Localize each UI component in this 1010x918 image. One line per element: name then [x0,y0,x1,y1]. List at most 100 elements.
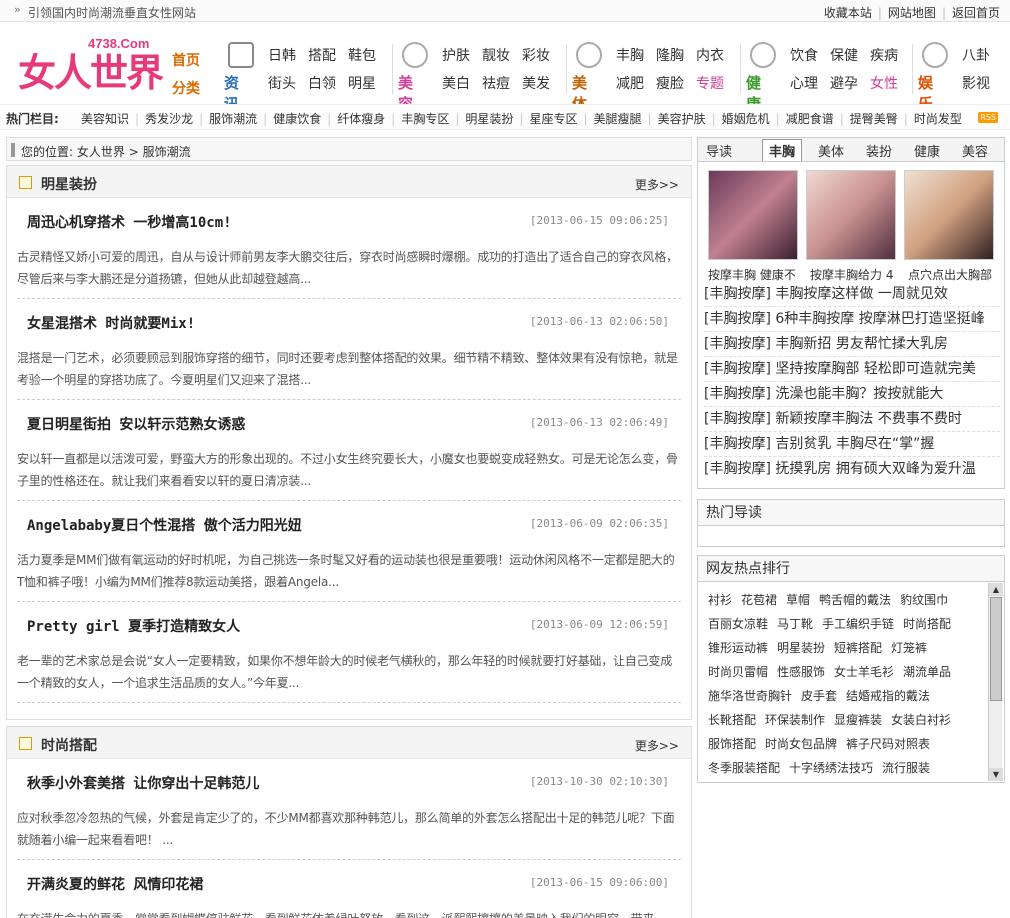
tag-link[interactable]: 马丁靴 [777,612,813,636]
hot-column-link[interactable]: 婚姻危机 [722,112,770,126]
tag-link[interactable]: 明星装扮 [777,636,825,660]
breadcrumb-current[interactable]: 服饰潮流 [143,145,191,159]
nav-item[interactable]: 影视 [962,70,1002,98]
tag-link[interactable]: 裤子尺码对照表 [846,732,930,756]
tag-link[interactable]: 时尚女包品牌 [765,732,837,756]
tab-guide[interactable]: 导读 [706,141,732,160]
nav-category-link[interactable]: 分类 [172,75,200,103]
nav-item[interactable]: 内衣 [696,42,736,70]
tag-link[interactable]: 长靴搭配 [708,708,756,732]
breadcrumb-home[interactable]: 女人世界 [77,145,125,159]
guide-list-item[interactable]: [丰胸按摩] 吉别贫乳 丰胸尽在“掌”握 [704,432,1000,457]
nav-home-link[interactable]: 首页 [172,47,200,75]
tag-link[interactable]: 鸭舌帽的戴法 [819,588,891,612]
more-link[interactable]: 更多>> [635,176,679,193]
hot-column-link[interactable]: 纤体瘦身 [337,112,385,126]
tab-body[interactable]: 美体 [818,141,844,160]
tag-link[interactable]: 流行服装 [882,756,930,780]
scroll-down-icon[interactable]: ▼ [989,768,1003,781]
thumbnail-caption[interactable]: 点穴点出大胸部 [908,266,1004,283]
tag-link[interactable]: 冬季服装搭配 [708,756,780,780]
nav-item[interactable]: 街头 [268,70,308,98]
nav-item[interactable]: 祛痘 [482,70,522,98]
hot-column-link[interactable]: 时尚发型 [914,112,962,126]
nav-item[interactable]: 疾病 [870,42,910,70]
nav-item[interactable]: 隆胸 [656,42,696,70]
nav-item[interactable]: 日韩 [268,42,308,70]
tag-link[interactable]: 衬衫 [708,588,732,612]
nav-item[interactable]: 避孕 [830,70,870,98]
tag-link[interactable]: 豹纹围巾 [900,588,948,612]
nav-item[interactable]: 饮食 [790,42,830,70]
guide-list-item[interactable]: [丰胸按摩] 丰胸新招 男友帮忙揉大乳房 [704,332,1000,357]
nav-item[interactable]: 美发 [522,70,562,98]
hot-column-link[interactable]: 服饰潮流 [209,112,257,126]
tag-link[interactable]: 十字绣绣法技巧 [789,756,873,780]
hot-column-link[interactable]: 美容知识 [81,112,129,126]
tag-link[interactable]: 草帽 [786,588,810,612]
nav-item[interactable]: 丰胸 [616,42,656,70]
bookmark-link[interactable]: 收藏本站 [824,6,872,20]
tag-link[interactable]: 显瘦裤装 [834,708,882,732]
nav-item[interactable]: 明星 [348,70,388,98]
tag-link[interactable]: 百丽女凉鞋 [708,612,768,636]
hot-column-link[interactable]: 提臀美臀 [850,112,898,126]
tag-link[interactable]: 施华洛世奇胸针 [708,684,792,708]
hot-column-link[interactable]: 秀发沙龙 [145,112,193,126]
hot-column-link[interactable]: 美容护肤 [658,112,706,126]
nav-item[interactable]: 八卦 [962,42,1002,70]
tag-link[interactable]: 短裤搭配 [834,636,882,660]
tag-link[interactable]: 女士羊毛衫 [834,660,894,684]
site-logo[interactable]: 女人世界 4738.Com [18,36,164,96]
nav-item[interactable]: 护肤 [442,42,482,70]
tag-link[interactable]: 服饰搭配 [708,732,756,756]
thumbnail-image[interactable] [708,170,798,260]
nav-item[interactable]: 白领 [308,70,348,98]
guide-list-item[interactable]: [丰胸按摩] 新颖按摩丰胸法 不费事不费时 [704,407,1000,432]
nav-item[interactable]: 瘦脸 [656,70,696,98]
tag-link[interactable]: 手工编织手链 [822,612,894,636]
scrollbar[interactable]: ▲ ▼ [988,583,1003,781]
guide-list-item[interactable]: [丰胸按摩] 丰胸按摩这样做 一周就见效 [704,282,1000,307]
nav-item[interactable]: 美白 [442,70,482,98]
guide-list-item[interactable]: [丰胸按摩] 6种丰胸按摩 按摩淋巴打造坚挺峰 [704,307,1000,332]
scrollbar-thumb[interactable] [990,597,1002,701]
tab-breast[interactable]: 丰胸 [762,139,803,161]
thumbnail-caption[interactable]: 按摩丰胸 健康不 [708,266,804,283]
nav-item[interactable]: 靓妆 [482,42,522,70]
home-link[interactable]: 返回首页 [952,6,1000,20]
nav-item[interactable]: 鞋包 [348,42,388,70]
tag-link[interactable]: 灯笼裤 [891,636,927,660]
nav-item[interactable]: 女性 [870,70,910,98]
nav-item[interactable]: 专题 [696,70,736,98]
nav-item[interactable]: 保健 [830,42,870,70]
tag-link[interactable]: 皮手套 [801,684,837,708]
tag-link[interactable]: 环保装制作 [765,708,825,732]
thumbnail-image[interactable] [806,170,896,260]
tab-style[interactable]: 装扮 [866,141,892,160]
thumbnail-caption[interactable]: 按摩丰胸给力 4 [810,266,906,283]
nav-item[interactable]: 减肥 [616,70,656,98]
guide-list-item[interactable]: [丰胸按摩] 抚摸乳房 拥有硕大双峰为爱升温 [704,457,1000,482]
tag-link[interactable]: 性感服饰 [777,660,825,684]
hot-column-link[interactable]: 丰胸专区 [401,112,449,126]
tab-beauty[interactable]: 美容 [962,141,988,160]
tab-health[interactable]: 健康 [914,141,940,160]
tag-link[interactable]: 女装白衬衫 [891,708,951,732]
nav-item[interactable]: 彩妆 [522,42,562,70]
tag-link[interactable]: 潮流单品 [903,660,951,684]
hot-column-link[interactable]: 减肥食谱 [786,112,834,126]
hot-column-link[interactable]: 明星装扮 [465,112,513,126]
tag-link[interactable]: 时尚贝雷帽 [708,660,768,684]
hot-column-link[interactable]: 星座专区 [529,112,577,126]
rss-icon[interactable]: RSS [978,112,998,123]
tag-link[interactable]: 锥形运动裤 [708,636,768,660]
scroll-up-icon[interactable]: ▲ [989,583,1003,596]
guide-list-item[interactable]: [丰胸按摩] 坚持按摩胸部 轻松即可造就完美 [704,357,1000,382]
nav-item[interactable]: 心理 [790,70,830,98]
tag-link[interactable]: 花苞裙 [741,588,777,612]
tag-link[interactable]: 结婚戒指的戴法 [846,684,930,708]
thumbnail-image[interactable] [904,170,994,260]
guide-list-item[interactable]: [丰胸按摩] 洗澡也能丰胸？按按就能大 [704,382,1000,407]
nav-item[interactable]: 搭配 [308,42,348,70]
